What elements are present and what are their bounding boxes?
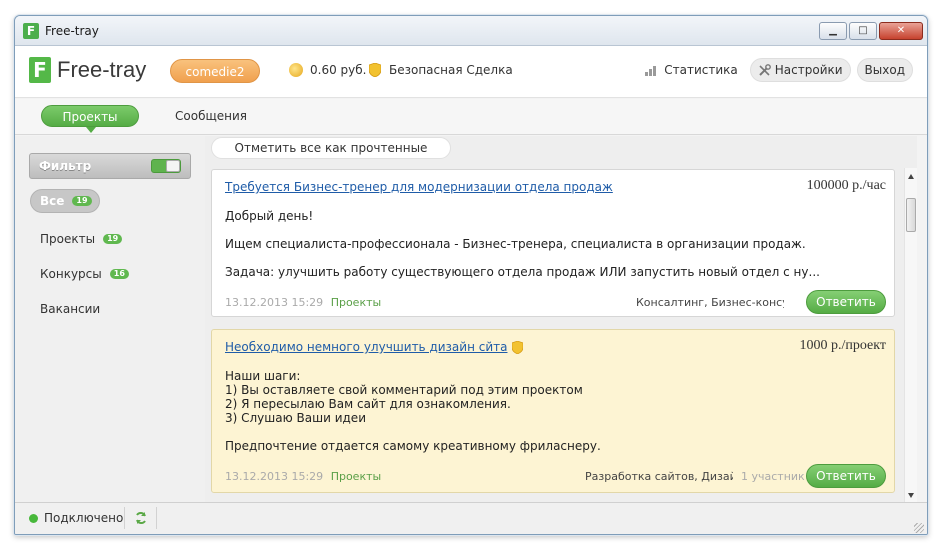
project-card: Требуется Бизнес-тренер для модернизации… xyxy=(211,169,895,317)
reply-button[interactable]: Ответить xyxy=(806,464,886,488)
logo-text: Free-tray xyxy=(57,57,147,82)
app-header: F Free-tray comedie2 0.60 руб. Безопасна… xyxy=(15,46,927,98)
project-date: 13.12.2013 15:29 xyxy=(225,296,324,309)
logo-mark: F xyxy=(29,57,51,83)
refresh-icon[interactable] xyxy=(134,511,148,525)
project-tags: Разработка сайтов, Дизайн с xyxy=(585,470,733,483)
tab-projects[interactable]: Проекты xyxy=(41,105,139,133)
project-date: 13.12.2013 15:29 xyxy=(225,470,324,483)
project-tags: Консалтинг, Бизнес-консульт xyxy=(636,296,784,309)
sidebar-item-label: Вакансии xyxy=(40,302,101,316)
balance-value: 0.60 руб. xyxy=(310,63,367,77)
project-text-line: Предпочтение отдается самому креативному… xyxy=(225,439,601,453)
project-price: 100000 р./час xyxy=(806,178,886,193)
logout-button[interactable]: Выход xyxy=(856,58,913,82)
username-button[interactable]: comedie2 xyxy=(170,59,260,83)
sidebar: Фильтр Все 19 Проекты 19 Конкурсы 16 Вак… xyxy=(15,136,205,502)
coin-icon xyxy=(289,63,303,77)
responses-count: 1 участник xyxy=(741,470,805,483)
settings-button[interactable]: Настройки xyxy=(749,58,851,82)
count-badge: 19 xyxy=(103,234,123,244)
safe-deal-link[interactable]: Безопасная Сделка xyxy=(369,63,513,77)
title-bar[interactable]: F Free-tray ▁ □ ✕ xyxy=(15,16,927,46)
project-text-line: 1) Вы оставляете свой комментарий под эт… xyxy=(225,383,583,397)
sidebar-item-label: Проекты xyxy=(40,232,96,246)
project-text-line: Добрый день! xyxy=(225,209,314,223)
sidebar-item-contests[interactable]: Конкурсы 16 xyxy=(40,267,129,281)
tab-messages[interactable]: Сообщения xyxy=(175,109,247,123)
project-text-line: Задача: улучшить работу существующего от… xyxy=(225,265,820,279)
window-title: Free-tray xyxy=(45,24,99,38)
filter-header[interactable]: Фильтр xyxy=(29,153,191,179)
stats-link[interactable]: Статистика xyxy=(639,59,744,81)
project-price: 1000 р./проект xyxy=(799,338,886,353)
sidebar-item-label: Все xyxy=(40,194,65,208)
filter-label: Фильтр xyxy=(39,159,92,173)
sidebar-item-all[interactable]: Все 19 xyxy=(30,189,100,213)
bar-chart-icon xyxy=(645,64,659,76)
project-title: Требуется Бизнес-тренер для модернизации… xyxy=(225,180,613,194)
project-meta: 13.12.2013 15:29 Проекты xyxy=(225,470,381,483)
divider xyxy=(124,507,125,529)
balance: 0.60 руб. xyxy=(289,63,366,77)
stats-label: Статистика xyxy=(664,63,738,77)
scroll-down-icon[interactable] xyxy=(908,493,914,498)
project-title-link[interactable]: Необходимо немного улучшить дизайн сйта xyxy=(225,340,524,354)
toggle-knob xyxy=(166,160,180,172)
project-list: Отметить все как прочтенные Требуется Би… xyxy=(205,136,917,502)
app-window: F Free-tray ▁ □ ✕ F Free-tray comedie2 0… xyxy=(14,15,928,535)
count-badge: 16 xyxy=(109,269,129,279)
count-badge: 19 xyxy=(72,196,92,206)
reply-button[interactable]: Ответить xyxy=(806,290,886,314)
sidebar-item-projects[interactable]: Проекты 19 xyxy=(40,232,123,246)
divider xyxy=(156,507,157,529)
scroll-up-icon[interactable] xyxy=(908,174,914,179)
sidebar-item-label: Конкурсы xyxy=(40,267,102,281)
project-category-link[interactable]: Проекты xyxy=(331,470,382,483)
scroll-thumb[interactable] xyxy=(906,198,916,232)
app-logo: F Free-tray xyxy=(29,57,146,83)
project-text-line: 3) Слушаю Ваши идеи xyxy=(225,411,366,425)
project-category-link[interactable]: Проекты xyxy=(331,296,382,309)
project-text-line: 2) Я пересылаю Вам сайт для ознакомления… xyxy=(225,397,511,411)
tools-icon xyxy=(759,63,771,76)
scrollbar[interactable] xyxy=(904,168,917,502)
filter-toggle[interactable] xyxy=(151,159,181,173)
safe-deal-label: Безопасная Сделка xyxy=(389,63,513,77)
project-text-line: Ищем специалиста-профессионала - Бизнес-… xyxy=(225,237,806,251)
main-nav: Проекты Сообщения xyxy=(15,99,927,135)
app-icon: F xyxy=(23,23,39,39)
minimize-button[interactable]: ▁ xyxy=(819,22,847,40)
project-text-line: Наши шаги: xyxy=(225,369,301,383)
mark-all-read-button[interactable]: Отметить все как прочтенные xyxy=(211,137,451,159)
shield-icon xyxy=(512,340,524,354)
sidebar-item-vacancies[interactable]: Вакансии xyxy=(40,302,100,316)
status-indicator-icon xyxy=(29,514,38,523)
project-meta: 13.12.2013 15:29 Проекты xyxy=(225,296,381,309)
status-bar: Подключено xyxy=(15,502,927,534)
settings-label: Настройки xyxy=(774,63,843,77)
shield-icon xyxy=(369,63,381,77)
project-title-link[interactable]: Требуется Бизнес-тренер для модернизации… xyxy=(225,180,613,194)
resize-grip-icon[interactable] xyxy=(914,523,924,533)
connection-status: Подключено xyxy=(44,511,124,525)
close-button[interactable]: ✕ xyxy=(879,22,923,40)
project-card: Необходимо немного улучшить дизайн сйта … xyxy=(211,329,895,493)
project-title: Необходимо немного улучшить дизайн сйта xyxy=(225,340,508,354)
maximize-button[interactable]: □ xyxy=(849,22,877,40)
